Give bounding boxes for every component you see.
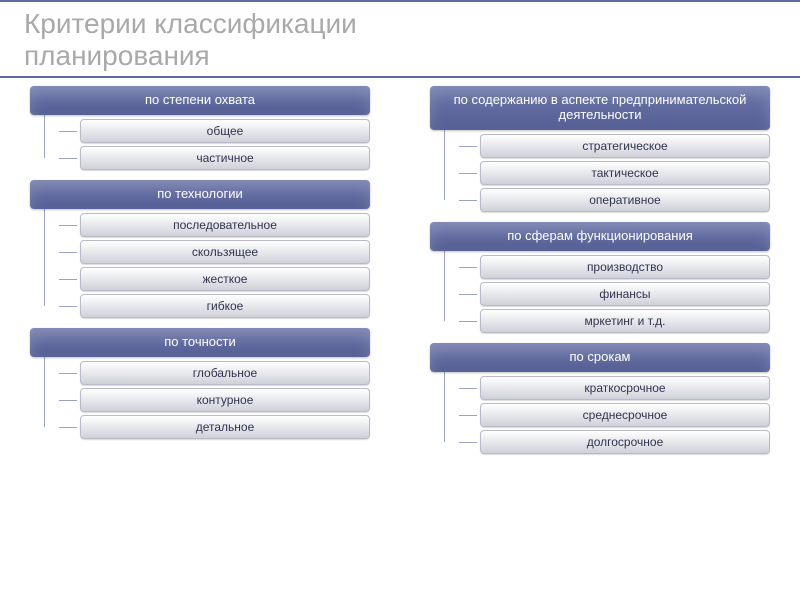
list-item: стратегическое	[480, 134, 770, 158]
group-header: по точности	[30, 328, 370, 357]
group-items: производство финансы мркетинг и т.д.	[458, 251, 770, 333]
right-group-1: по сферам функционирования производство фи…	[430, 222, 770, 333]
diagram-columns: по степени охвата общее частичное по технол…	[0, 78, 800, 454]
right-column: по содержанию в аспекте предпринимательс…	[430, 86, 770, 454]
list-item: среднесрочное	[480, 403, 770, 427]
list-item: детальное	[80, 415, 370, 439]
group-items: глобальное контурное детальное	[58, 357, 370, 439]
group-items: общее частичное	[58, 115, 370, 170]
left-group-1: по технологии последовательное скользящее ж…	[30, 180, 370, 318]
title-line-2: планирования	[24, 40, 210, 71]
page-title: Критерии классификации планирования	[24, 8, 800, 72]
group-header: по сферам функционирования	[430, 222, 770, 251]
group-header: по содержанию в аспекте предпринимательс…	[430, 86, 770, 130]
list-item: жесткое	[80, 267, 370, 291]
list-item: последовательное	[80, 213, 370, 237]
list-item: финансы	[480, 282, 770, 306]
list-item: оперативное	[480, 188, 770, 212]
right-group-2: по срокам краткосрочное среднесрочное долго…	[430, 343, 770, 454]
left-group-2: по точности глобальное контурное детальное	[30, 328, 370, 439]
list-item: краткосрочное	[480, 376, 770, 400]
right-group-0: по содержанию в аспекте предпринимательс…	[430, 86, 770, 212]
list-item: тактическое	[480, 161, 770, 185]
group-header: по технологии	[30, 180, 370, 209]
list-item: частичное	[80, 146, 370, 170]
title-line-1: Критерии классификации	[24, 8, 357, 39]
left-group-0: по степени охвата общее частичное	[30, 86, 370, 170]
list-item: контурное	[80, 388, 370, 412]
list-item: глобальное	[80, 361, 370, 385]
group-header: по срокам	[430, 343, 770, 372]
title-bar: Критерии классификации планирования	[0, 0, 800, 78]
left-column: по степени охвата общее частичное по технол…	[30, 86, 370, 454]
group-items: краткосрочное среднесрочное долгосрочное	[458, 372, 770, 454]
list-item: общее	[80, 119, 370, 143]
group-header: по степени охвата	[30, 86, 370, 115]
group-items: стратегическое тактическое оперативное	[458, 130, 770, 212]
list-item: долгосрочное	[480, 430, 770, 454]
list-item: скользящее	[80, 240, 370, 264]
list-item: производство	[480, 255, 770, 279]
list-item: гибкое	[80, 294, 370, 318]
group-items: последовательное скользящее жесткое гибкое	[58, 209, 370, 318]
list-item: мркетинг и т.д.	[480, 309, 770, 333]
